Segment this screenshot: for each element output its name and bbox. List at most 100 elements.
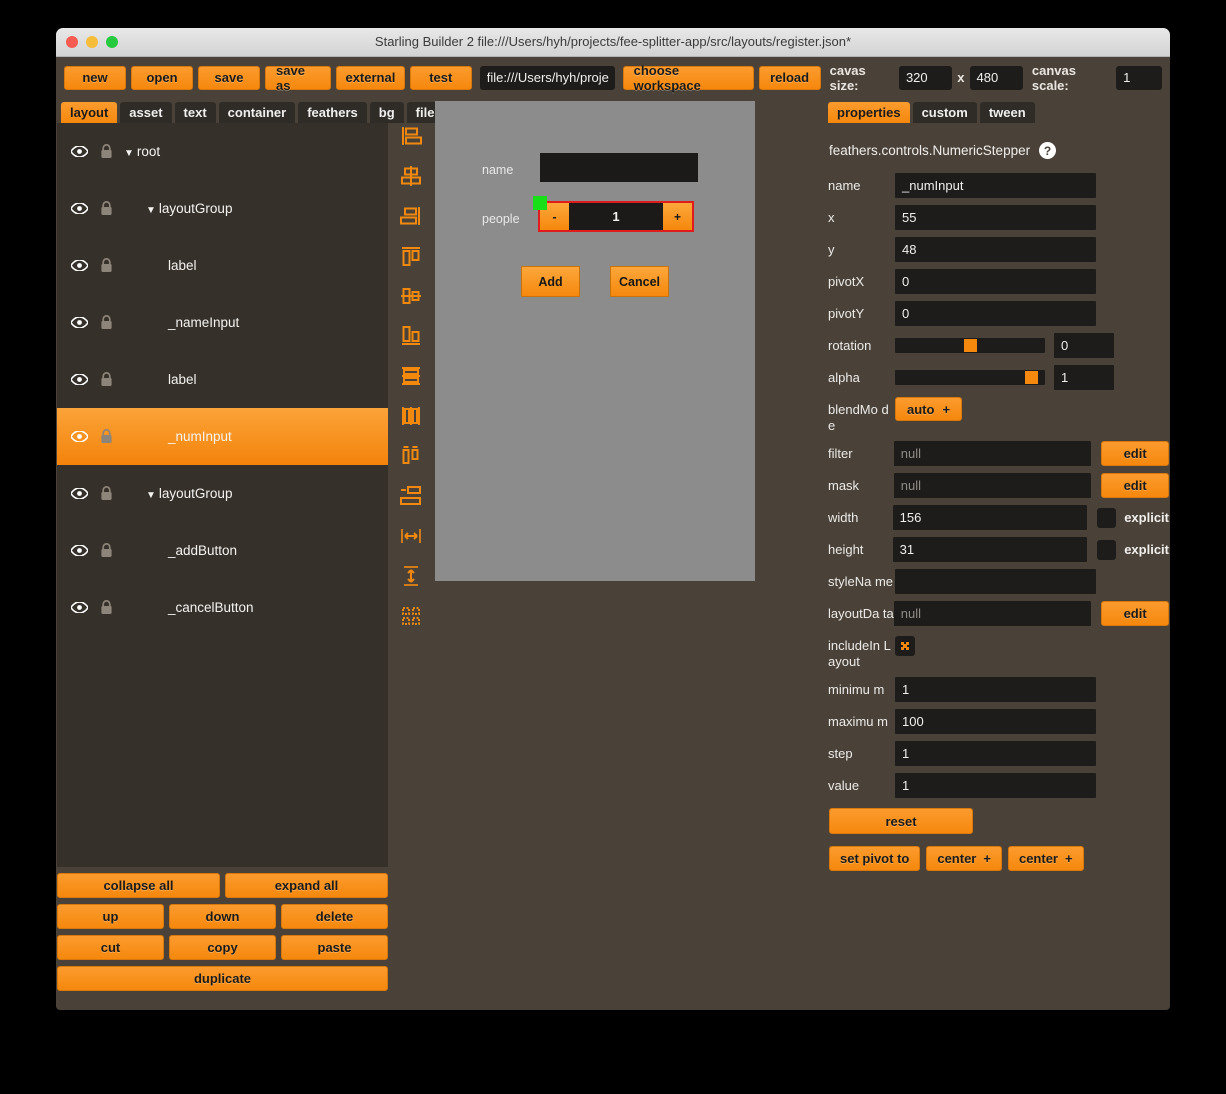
- align-center-horizontal-icon[interactable]: [396, 156, 426, 196]
- filter-edit-button[interactable]: edit: [1101, 441, 1169, 466]
- tab-container[interactable]: container: [218, 102, 296, 123]
- property-input-name[interactable]: _numInput: [895, 173, 1096, 198]
- disclosure-triangle-icon[interactable]: ▼: [146, 490, 156, 501]
- tree-row-root[interactable]: ▼ root: [57, 123, 388, 180]
- property-input-value[interactable]: 1: [895, 773, 1096, 798]
- visibility-eye-icon[interactable]: [68, 602, 90, 613]
- property-input-step[interactable]: 1: [895, 741, 1096, 766]
- align-right-icon[interactable]: [396, 196, 426, 236]
- property-input-maximum[interactable]: 100: [895, 709, 1096, 734]
- expand-all-button[interactable]: expand all: [225, 873, 388, 898]
- lock-icon[interactable]: [96, 315, 116, 330]
- tab-custom[interactable]: custom: [912, 102, 977, 123]
- choose-workspace-button[interactable]: choose workspace: [622, 63, 754, 93]
- tree-row-_numInput[interactable]: _numInput: [57, 408, 388, 465]
- alpha-slider[interactable]: [895, 370, 1045, 385]
- grid-layout-icon[interactable]: [396, 596, 426, 636]
- external-button[interactable]: external: [336, 65, 405, 90]
- property-input-pivoty[interactable]: 0: [895, 301, 1096, 326]
- property-input-pivotx[interactable]: 0: [895, 269, 1096, 294]
- save-button[interactable]: save: [198, 65, 260, 90]
- tab-text[interactable]: text: [174, 102, 216, 123]
- match-height-icon[interactable]: [396, 556, 426, 596]
- tab-asset[interactable]: asset: [120, 102, 172, 123]
- collapse-all-button[interactable]: collapse all: [57, 873, 220, 898]
- pivot-handle[interactable]: [533, 196, 547, 210]
- move-down-button[interactable]: down: [169, 904, 276, 929]
- align-middle-vertical-icon[interactable]: [396, 276, 426, 316]
- duplicate-button[interactable]: duplicate: [57, 966, 388, 991]
- new-button[interactable]: new: [64, 65, 126, 90]
- lock-icon[interactable]: [96, 429, 116, 444]
- paste-button[interactable]: paste: [281, 935, 388, 960]
- property-input-layoutdata[interactable]: null: [893, 601, 1092, 626]
- align-left-icon[interactable]: [396, 116, 426, 156]
- lock-icon[interactable]: [96, 372, 116, 387]
- tab-layout[interactable]: layout: [61, 102, 118, 123]
- tree-row-layoutGroup[interactable]: ▼ layoutGroup: [57, 180, 388, 237]
- tab-properties[interactable]: properties: [828, 102, 910, 123]
- tree-row-label[interactable]: label: [57, 237, 388, 294]
- tab-tween[interactable]: tween: [979, 102, 1035, 123]
- canvas-name-input[interactable]: [540, 153, 698, 182]
- property-input-width[interactable]: 156: [892, 505, 1087, 530]
- copy-button[interactable]: copy: [169, 935, 276, 960]
- workspace-path-field[interactable]: file:///Users/hyh/proje: [479, 65, 615, 90]
- property-input-stylename[interactable]: [895, 569, 1096, 594]
- visibility-eye-icon[interactable]: [68, 146, 90, 157]
- canvas-cancel-button[interactable]: Cancel: [610, 266, 669, 297]
- property-input-x[interactable]: 55: [895, 205, 1096, 230]
- align-bottom-icon[interactable]: [396, 316, 426, 356]
- width-explicit-checkbox[interactable]: [1096, 508, 1117, 528]
- canvas-height-field[interactable]: 480: [969, 65, 1023, 90]
- includeinlayout-checkbox[interactable]: [895, 636, 915, 656]
- delete-button[interactable]: delete: [281, 904, 388, 929]
- rotation-slider-knob[interactable]: [963, 339, 977, 352]
- save-as-button[interactable]: save as: [265, 63, 332, 93]
- property-input-rotation[interactable]: 0: [1054, 333, 1114, 358]
- reset-button[interactable]: reset: [829, 808, 973, 834]
- canvas-width-field[interactable]: 320: [898, 65, 953, 90]
- canvas-scale-field[interactable]: 1: [1116, 65, 1162, 90]
- property-input-mask[interactable]: null: [893, 473, 1092, 498]
- stepper-value[interactable]: 1: [569, 203, 663, 230]
- center-vertical-button[interactable]: center +: [1007, 846, 1084, 871]
- disclosure-triangle-icon[interactable]: ▼: [146, 205, 156, 216]
- visibility-eye-icon[interactable]: [68, 203, 90, 214]
- property-input-filter[interactable]: null: [893, 441, 1092, 466]
- blendmode-dropdown[interactable]: auto +: [895, 397, 963, 421]
- tab-feathers[interactable]: feathers: [298, 102, 367, 123]
- open-button[interactable]: open: [131, 65, 193, 90]
- canvas-add-button[interactable]: Add: [521, 266, 580, 297]
- canvas-numeric-stepper[interactable]: - 1 +: [538, 201, 694, 232]
- test-button[interactable]: test: [409, 65, 472, 90]
- lock-icon[interactable]: [96, 258, 116, 273]
- move-up-button[interactable]: up: [57, 904, 164, 929]
- lock-icon[interactable]: [96, 144, 116, 159]
- lock-icon[interactable]: [96, 486, 116, 501]
- tree-row-_addButton[interactable]: _addButton: [57, 522, 388, 579]
- property-input-y[interactable]: 48: [895, 237, 1096, 262]
- tree-row-layoutGroup[interactable]: ▼ layoutGroup: [57, 465, 388, 522]
- alpha-slider-knob[interactable]: [1025, 371, 1039, 384]
- visibility-eye-icon[interactable]: [68, 374, 90, 385]
- stepper-increment-button[interactable]: +: [663, 203, 692, 230]
- stack-icon[interactable]: [396, 476, 426, 516]
- align-top-icon[interactable]: [396, 236, 426, 276]
- visibility-eye-icon[interactable]: [68, 545, 90, 556]
- property-input-minimum[interactable]: 1: [895, 677, 1096, 702]
- height-explicit-checkbox[interactable]: [1096, 540, 1117, 560]
- tree-row-label[interactable]: label: [57, 351, 388, 408]
- match-width-icon[interactable]: [396, 516, 426, 556]
- set-pivot-to-button[interactable]: set pivot to: [829, 846, 921, 871]
- rotation-slider[interactable]: [895, 338, 1045, 353]
- disclosure-triangle-icon[interactable]: ▼: [124, 148, 134, 159]
- cut-button[interactable]: cut: [57, 935, 164, 960]
- lock-icon[interactable]: [96, 600, 116, 615]
- visibility-eye-icon[interactable]: [68, 317, 90, 328]
- center-horizontal-button[interactable]: center +: [926, 846, 1002, 871]
- layer-tree[interactable]: ▼ root ▼ layoutGroup label _nameInput label _nu…: [57, 123, 388, 867]
- lock-icon[interactable]: [96, 201, 116, 216]
- property-input-alpha[interactable]: 1: [1054, 365, 1114, 390]
- visibility-eye-icon[interactable]: [68, 260, 90, 271]
